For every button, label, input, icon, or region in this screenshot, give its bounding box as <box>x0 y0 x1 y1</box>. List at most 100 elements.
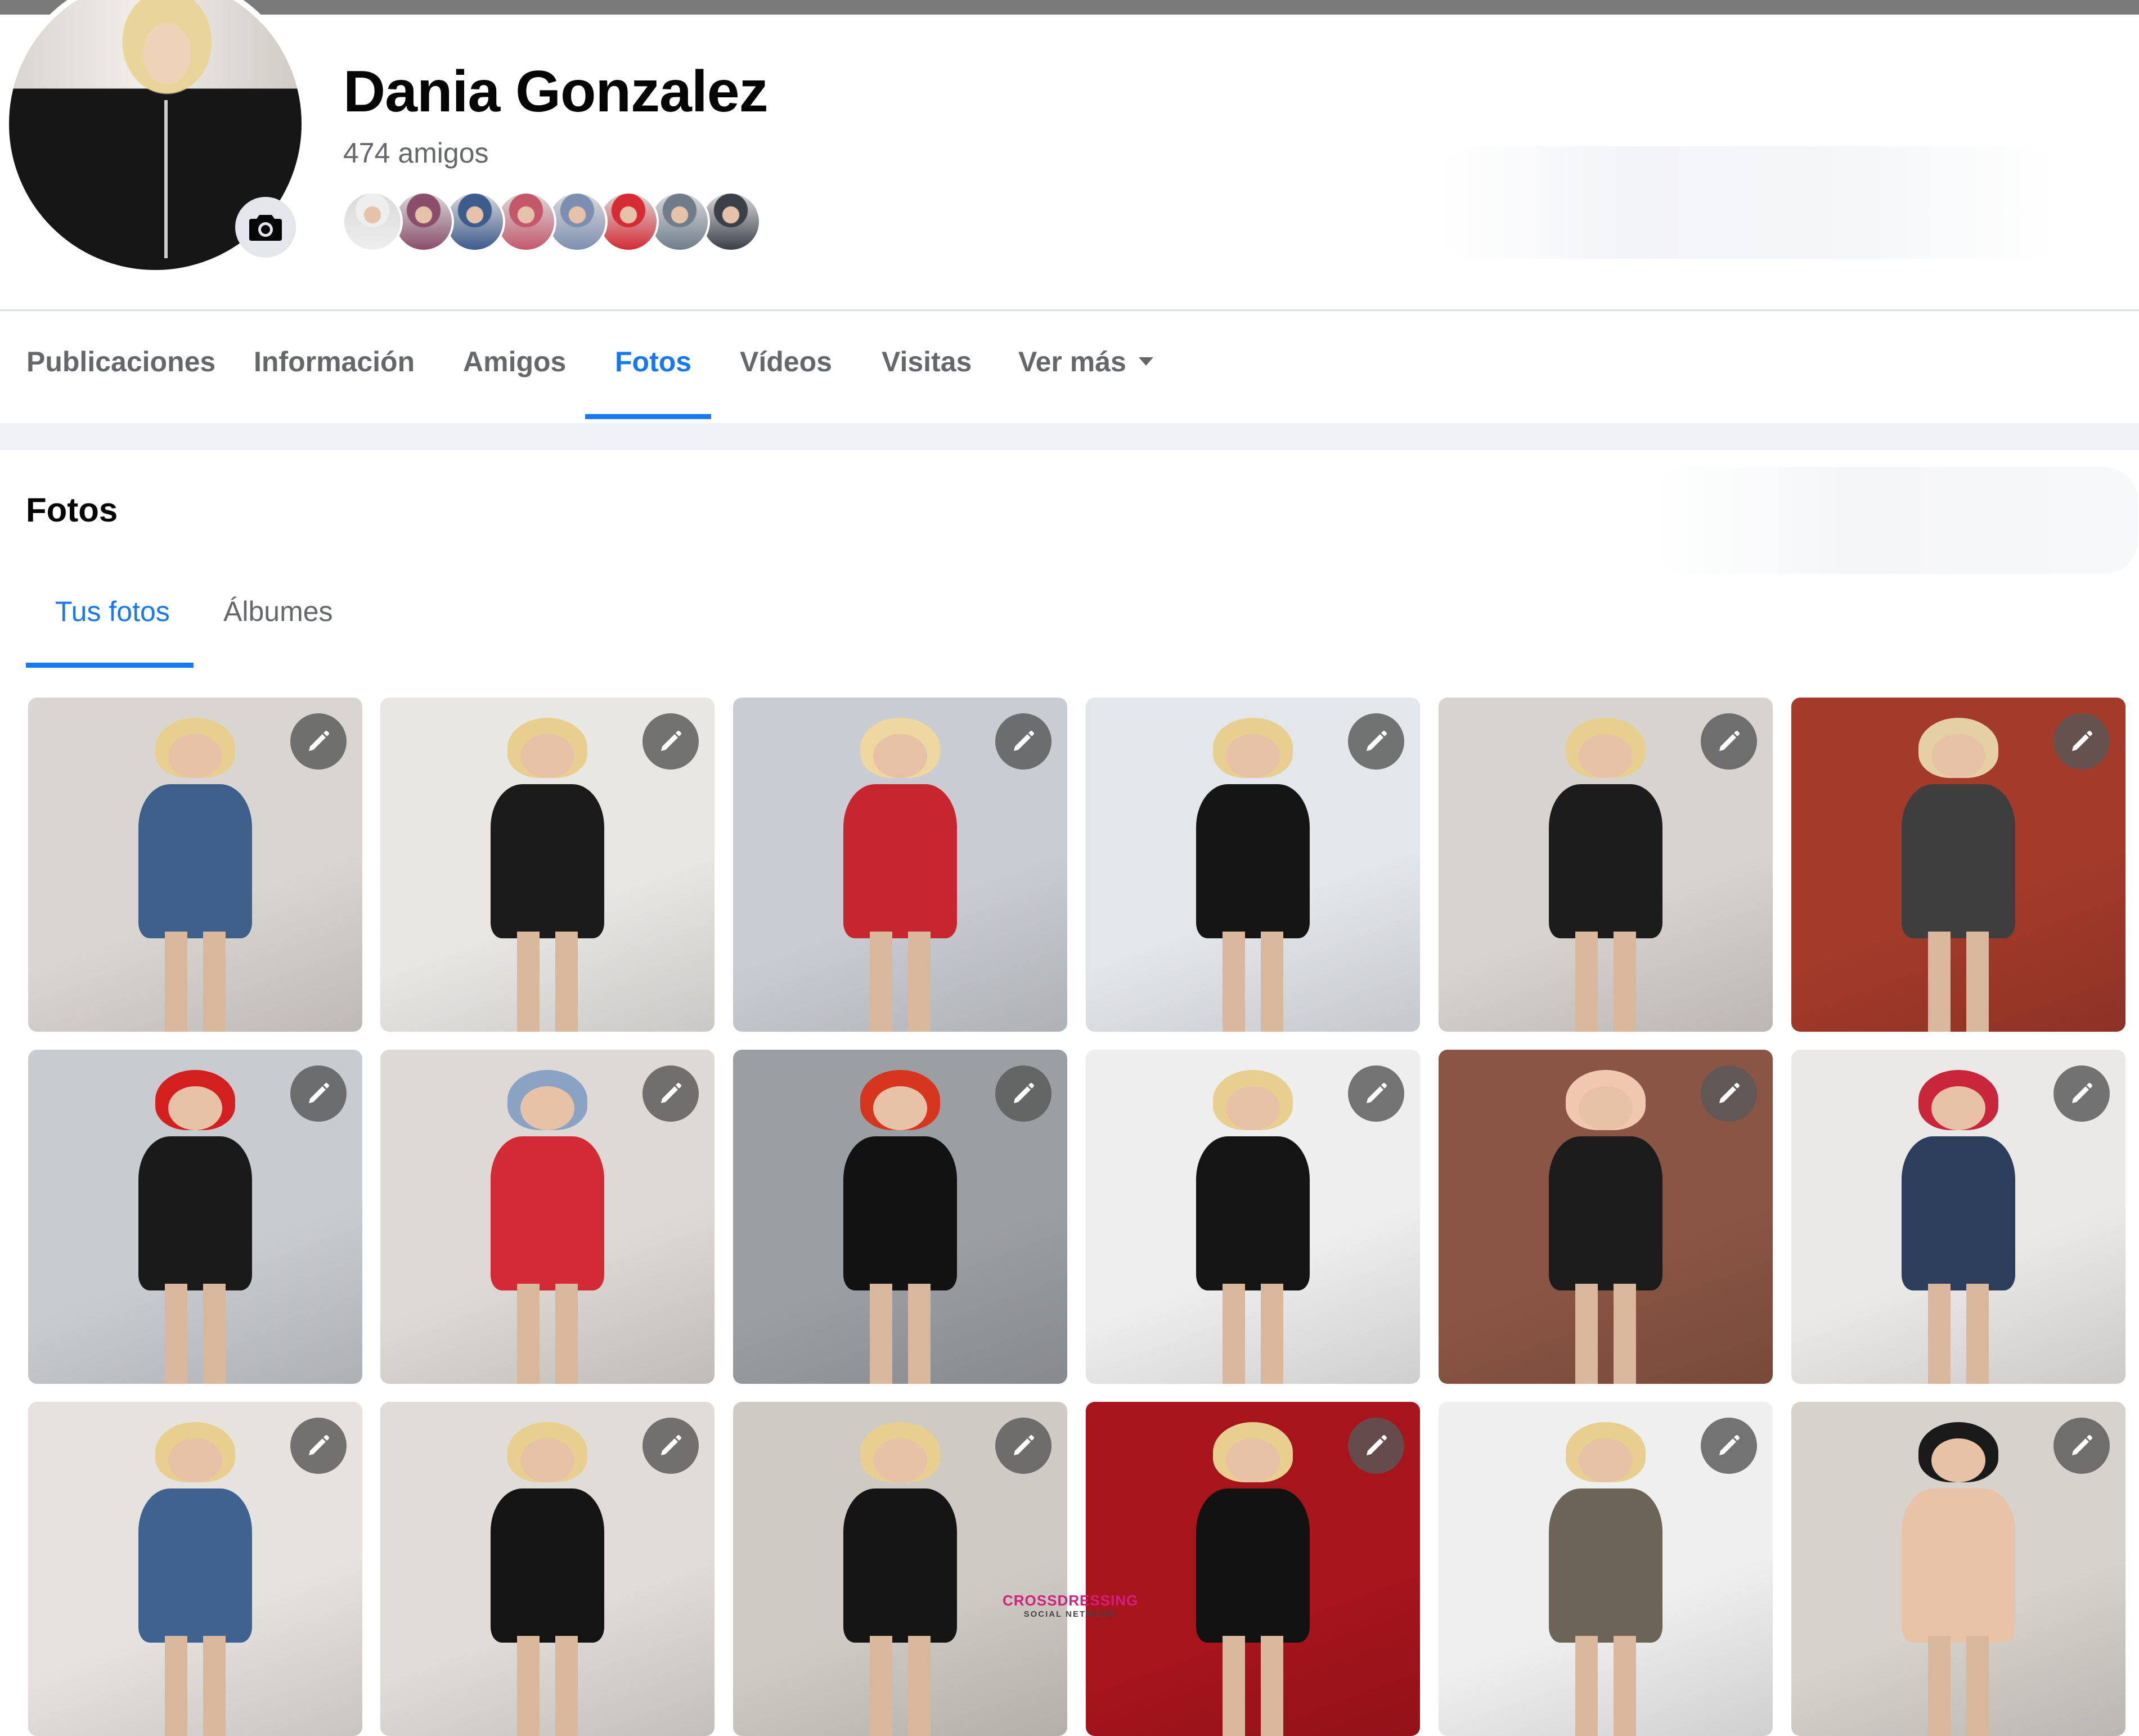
photo-subject <box>1902 1136 2015 1290</box>
active-subtab-indicator <box>26 663 194 668</box>
subtab-tus-fotos[interactable]: Tus fotos <box>55 595 170 628</box>
photo-subject <box>843 1488 957 1643</box>
blurred-section-actions <box>1654 467 2138 574</box>
edit-photo-button[interactable] <box>1348 713 1404 770</box>
photo-thumbnail[interactable] <box>380 1402 715 1736</box>
photo-thumbnail[interactable] <box>28 1402 362 1736</box>
tab-ver-mas[interactable]: Ver más <box>1018 345 1153 378</box>
pencil-icon <box>1014 731 1034 751</box>
pencil-icon <box>1367 1083 1387 1103</box>
photo-thumbnail[interactable] <box>28 1050 362 1384</box>
header-divider <box>0 309 2139 311</box>
photo-subject <box>507 1283 588 1384</box>
active-tab-indicator <box>585 414 711 419</box>
photos-section-title: Fotos <box>26 491 118 529</box>
photo-subject <box>1918 1635 1999 1736</box>
photo-subject <box>507 931 588 1032</box>
section-gap <box>0 423 2139 450</box>
photo-subject <box>138 784 252 938</box>
photo-subject <box>491 1136 604 1290</box>
edit-photo-button[interactable] <box>995 713 1051 770</box>
photo-subject <box>873 1438 927 1482</box>
photo-thumbnail[interactable] <box>733 698 1067 1032</box>
subtab-albumes[interactable]: Álbumes <box>223 595 333 628</box>
photo-subject <box>155 1635 236 1736</box>
pencil-icon <box>661 1083 681 1103</box>
edit-photo-button[interactable] <box>1348 1065 1404 1122</box>
tab-publicaciones[interactable]: Publicaciones <box>26 345 215 378</box>
blurred-header-actions <box>1440 146 2059 259</box>
photo-thumbnail[interactable] <box>1791 1402 2125 1736</box>
photo-thumbnail[interactable] <box>1439 1050 1773 1384</box>
photo-subject <box>1565 1635 1646 1736</box>
photo-subject <box>1565 931 1646 1032</box>
photo-subject <box>1931 1086 1985 1130</box>
photo-thumbnail[interactable] <box>28 698 362 1032</box>
edit-photo-button[interactable] <box>642 1065 699 1122</box>
pencil-icon <box>661 731 681 751</box>
edit-photo-button[interactable] <box>995 1065 1051 1122</box>
pencil-icon <box>661 1435 681 1455</box>
pencil-icon <box>1367 1435 1387 1455</box>
photo-thumbnail[interactable] <box>1086 698 1420 1032</box>
tab-amigos[interactable]: Amigos <box>463 345 566 378</box>
photo-thumbnail[interactable] <box>380 1050 715 1384</box>
photo-subject <box>138 1488 252 1643</box>
pencil-icon <box>2072 1083 2092 1103</box>
edit-photo-button[interactable] <box>642 713 699 770</box>
photo-thumbnail[interactable] <box>733 1050 1067 1384</box>
edit-photo-button[interactable] <box>1348 1418 1404 1474</box>
browser-top-bar <box>0 0 2139 15</box>
edit-photo-button[interactable] <box>290 713 347 770</box>
tab-ver-mas-label: Ver más <box>1018 346 1126 377</box>
photo-subject <box>1226 1086 1280 1130</box>
photo-subject <box>1579 734 1633 778</box>
edit-photo-button[interactable] <box>995 1418 1051 1474</box>
photo-thumbnail[interactable] <box>1086 1402 1420 1736</box>
photo-subject <box>138 1136 252 1290</box>
photo-thumbnail[interactable] <box>733 1402 1067 1736</box>
edit-photo-button[interactable] <box>1701 713 1757 770</box>
photo-subject <box>1549 1488 1662 1643</box>
pencil-icon <box>2072 731 2092 751</box>
tab-videos[interactable]: Vídeos <box>740 345 832 378</box>
tab-informacion[interactable]: Información <box>254 345 415 378</box>
tab-fotos[interactable]: Fotos <box>615 345 691 378</box>
photo-thumbnail[interactable] <box>1086 1050 1420 1384</box>
photo-subject <box>1579 1438 1633 1482</box>
photo-subject <box>1902 784 2015 938</box>
photo-thumbnail[interactable] <box>1791 698 2125 1032</box>
photo-subject <box>843 784 957 938</box>
edit-photo-button[interactable] <box>2053 1418 2110 1474</box>
pencil-icon <box>1014 1435 1034 1455</box>
photo-subject <box>860 931 941 1032</box>
profile-name: Dania Gonzalez <box>343 59 769 124</box>
photo-subject <box>1226 734 1280 778</box>
friends-count-link[interactable]: 474 amigos <box>343 137 489 169</box>
photo-subject <box>1196 1136 1310 1290</box>
photo-thumbnail[interactable] <box>380 698 715 1032</box>
photo-subject <box>1931 734 1985 778</box>
edit-photo-button[interactable] <box>642 1418 699 1474</box>
camera-icon <box>249 215 282 241</box>
edit-photo-button[interactable] <box>290 1065 347 1122</box>
friend-avatar[interactable] <box>342 191 403 252</box>
edit-photo-button[interactable] <box>2053 713 2110 770</box>
photo-thumbnail[interactable] <box>1439 698 1773 1032</box>
edit-photo-button[interactable] <box>1701 1065 1757 1122</box>
pencil-icon <box>1719 1435 1740 1455</box>
edit-photo-button[interactable] <box>1701 1418 1757 1474</box>
update-avatar-button[interactable] <box>235 197 296 258</box>
photo-subject <box>873 1086 927 1130</box>
photo-subject <box>520 1438 574 1482</box>
edit-photo-button[interactable] <box>290 1418 347 1474</box>
tab-visitas[interactable]: Visitas <box>882 345 972 378</box>
pencil-icon <box>2072 1435 2092 1455</box>
photo-thumbnail[interactable] <box>1791 1050 2125 1384</box>
photo-subject <box>1212 931 1293 1032</box>
photo-thumbnail[interactable] <box>1439 1402 1773 1736</box>
pencil-icon <box>309 1435 329 1455</box>
edit-photo-button[interactable] <box>2053 1065 2110 1122</box>
photo-subject <box>1196 1488 1310 1643</box>
watermark-line-1: CROSSDRESSING <box>1003 1592 1139 1609</box>
